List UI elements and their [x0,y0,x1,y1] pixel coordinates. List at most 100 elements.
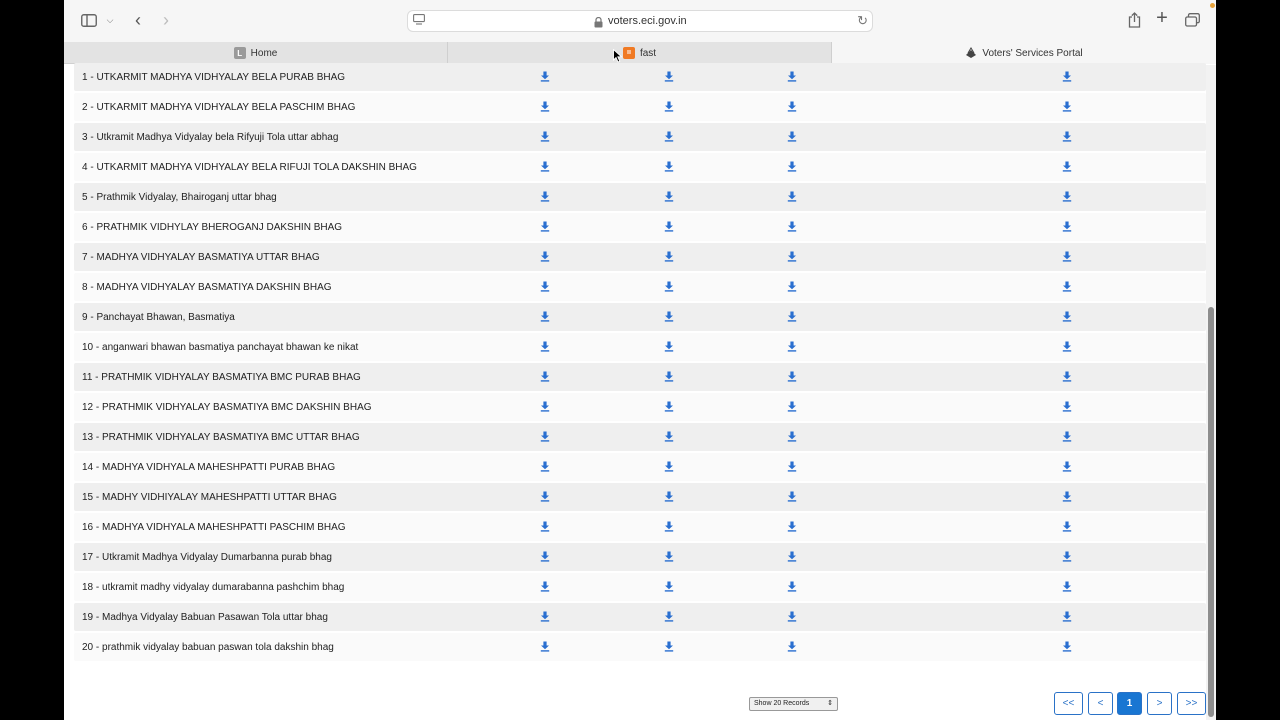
download-icon[interactable] [1062,251,1072,262]
download-icon[interactable] [664,401,674,412]
download-icon[interactable] [1062,281,1072,292]
last-page-button[interactable]: >> [1177,692,1206,715]
download-icon[interactable] [1062,311,1072,322]
download-icon[interactable] [664,101,674,112]
download-icon[interactable] [664,611,674,622]
download-icon[interactable] [540,611,550,622]
download-icon[interactable] [787,131,797,142]
download-icon[interactable] [1062,611,1072,622]
address-bar[interactable]: voters.eci.gov.in ↻ [407,10,873,32]
download-icon[interactable] [787,71,797,82]
tab-overview-icon[interactable] [1184,10,1200,30]
sidebar-toggle-icon[interactable] [80,10,98,30]
download-icon[interactable] [1062,641,1072,652]
download-icon[interactable] [1062,551,1072,562]
download-icon[interactable] [787,491,797,502]
download-icon[interactable] [664,161,674,172]
download-icon[interactable] [540,221,550,232]
next-page-button[interactable]: > [1147,692,1172,715]
download-icon[interactable] [540,371,550,382]
download-icon[interactable] [1062,371,1072,382]
download-icon[interactable] [787,551,797,562]
download-icon[interactable] [787,341,797,352]
download-icon[interactable] [664,281,674,292]
download-icon[interactable] [787,251,797,262]
download-icon[interactable] [540,521,550,532]
download-icon[interactable] [664,551,674,562]
download-icon[interactable] [787,431,797,442]
download-icon[interactable] [664,371,674,382]
download-icon[interactable] [664,311,674,322]
download-icon[interactable] [664,251,674,262]
tab-fast[interactable]: fast [448,42,832,64]
download-icon[interactable] [1062,431,1072,442]
download-icon[interactable] [787,191,797,202]
download-icon[interactable] [664,71,674,82]
download-icon[interactable] [664,431,674,442]
scrollbar-thumb[interactable] [1208,307,1214,717]
tab-voters-services-portal[interactable]: Voters' Services Portal [832,42,1216,64]
download-icon[interactable] [1062,191,1072,202]
download-icon[interactable] [540,191,550,202]
download-icon[interactable] [664,521,674,532]
first-page-button[interactable]: << [1054,692,1083,715]
download-icon[interactable] [540,461,550,472]
download-icon[interactable] [1062,221,1072,232]
download-icon[interactable] [787,281,797,292]
back-arrow-icon[interactable]: ‹ [130,10,146,30]
download-icon[interactable] [540,101,550,112]
download-icon[interactable] [540,641,550,652]
records-per-page-select[interactable]: Show 20 Records ⇕ [749,697,838,711]
download-icon[interactable] [540,311,550,322]
download-icon[interactable] [787,371,797,382]
download-icon[interactable] [787,221,797,232]
download-icon[interactable] [540,71,550,82]
download-icon[interactable] [787,161,797,172]
download-icon[interactable] [540,161,550,172]
share-icon[interactable] [1126,10,1142,30]
page-menu-icon[interactable] [413,14,427,28]
download-icon[interactable] [664,491,674,502]
download-icon[interactable] [664,641,674,652]
chevron-down-icon[interactable]: ⌵ [105,10,115,30]
download-icon[interactable] [540,431,550,442]
download-icon[interactable] [1062,401,1072,412]
download-icon[interactable] [1062,461,1072,472]
forward-arrow-icon[interactable]: › [158,10,174,30]
download-icon[interactable] [1062,71,1072,82]
tab-home[interactable]: L Home [64,42,448,64]
download-icon[interactable] [1062,131,1072,142]
download-icon[interactable] [664,461,674,472]
download-icon[interactable] [540,281,550,292]
download-icon[interactable] [1062,491,1072,502]
download-icon[interactable] [1062,101,1072,112]
download-icon[interactable] [664,221,674,232]
reload-icon[interactable]: ↻ [857,13,868,29]
download-icon[interactable] [787,581,797,592]
download-icon[interactable] [540,491,550,502]
download-icon[interactable] [1062,161,1072,172]
download-icon[interactable] [1062,341,1072,352]
download-icon[interactable] [787,311,797,322]
download-icon[interactable] [664,131,674,142]
vertical-scrollbar[interactable] [1206,65,1216,720]
download-icon[interactable] [540,341,550,352]
download-icon[interactable] [664,191,674,202]
download-icon[interactable] [540,131,550,142]
download-icon[interactable] [540,551,550,562]
download-icon[interactable] [787,461,797,472]
download-icon[interactable] [787,101,797,112]
download-icon[interactable] [787,521,797,532]
download-icon[interactable] [664,581,674,592]
new-tab-plus-icon[interactable]: + [1154,7,1170,29]
download-icon[interactable] [787,401,797,412]
download-icon[interactable] [664,341,674,352]
previous-page-button[interactable]: < [1088,692,1113,715]
download-icon[interactable] [540,251,550,262]
page-1-button[interactable]: 1 [1117,692,1142,715]
download-icon[interactable] [540,401,550,412]
download-icon[interactable] [787,641,797,652]
download-icon[interactable] [1062,581,1072,592]
download-icon[interactable] [540,581,550,592]
download-icon[interactable] [1062,521,1072,532]
